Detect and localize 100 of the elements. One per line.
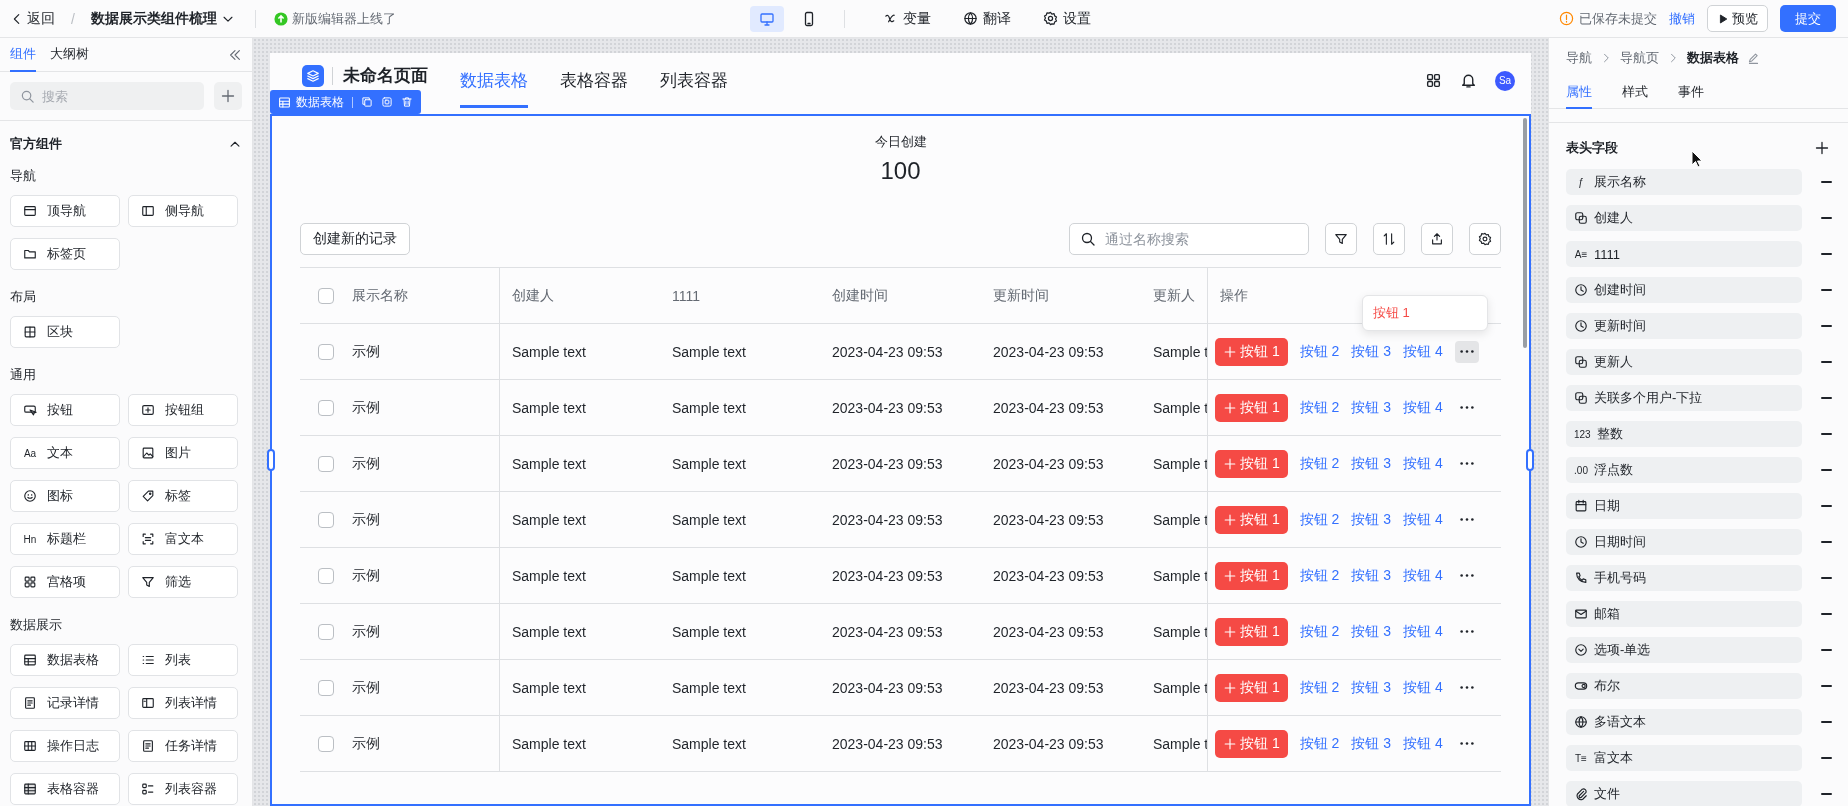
delete-button[interactable] (401, 96, 413, 108)
checkbox[interactable] (318, 511, 334, 528)
panel-tab[interactable]: 样式 (1622, 76, 1648, 109)
field-chip[interactable]: ƒ 展示名称 (1566, 169, 1802, 195)
undo-link[interactable]: 撤销 (1669, 9, 1695, 28)
component-item[interactable]: 表格容器 (10, 773, 120, 805)
breadcrumb-item[interactable]: 导航 (1566, 49, 1592, 67)
back-button[interactable]: 返回 (8, 5, 57, 32)
field-chip[interactable]: A≡ 1111 (1566, 241, 1802, 267)
nav-tab[interactable]: 表格容器 (560, 53, 628, 108)
action-link[interactable]: 按钮 4 (1403, 342, 1443, 361)
project-title[interactable]: 数据展示类组件梳理 (88, 5, 237, 32)
more-button[interactable] (1454, 340, 1479, 363)
component-item[interactable]: 标签页 (10, 238, 120, 270)
breadcrumb-item[interactable]: 导航页 (1620, 49, 1659, 67)
field-chip[interactable]: 创建人 (1566, 205, 1802, 231)
component-item[interactable]: Hn 标题栏 (10, 523, 120, 555)
component-item[interactable]: 数据表格 (10, 644, 120, 676)
scrollbar[interactable] (1523, 118, 1527, 348)
component-item[interactable]: 富文本 (128, 523, 238, 555)
pencil-icon[interactable] (1747, 51, 1760, 65)
action-link[interactable]: 按钮 4 (1403, 566, 1443, 585)
field-chip[interactable]: 更新时间 (1566, 313, 1802, 339)
action-link[interactable]: 按钮 4 (1403, 734, 1443, 753)
action-button[interactable]: 按钮 1 (1215, 561, 1288, 590)
action-link[interactable]: 按钮 2 (1299, 342, 1340, 361)
action-button[interactable]: 按钮 1 (1215, 729, 1288, 758)
field-chip[interactable]: 选项-单选 (1566, 637, 1802, 663)
nav-tab[interactable]: 列表容器 (660, 53, 728, 108)
action-button[interactable]: 按钮 1 (1215, 617, 1288, 646)
action-link[interactable]: 按钮 3 (1351, 398, 1392, 417)
field-chip[interactable]: 更新人 (1566, 349, 1802, 375)
action-link[interactable]: 按钮 3 (1351, 566, 1392, 585)
action-link[interactable]: 按钮 3 (1351, 622, 1392, 641)
field-chip[interactable]: .00 浮点数 (1566, 457, 1802, 483)
export-button[interactable] (1421, 223, 1453, 255)
component-item[interactable]: 筛选 (128, 566, 238, 598)
search-field[interactable]: 通过名称搜索 (1069, 223, 1309, 255)
field-chip[interactable]: T≡ 富文本 (1566, 745, 1802, 771)
action-link[interactable]: 按钮 2 (1299, 622, 1340, 641)
resize-handle[interactable] (1526, 449, 1534, 471)
field-chip[interactable]: 关联多个用户-下拉 (1566, 385, 1802, 411)
apps-button[interactable] (1425, 72, 1442, 89)
action-link[interactable]: 按钮 3 (1351, 734, 1392, 753)
component-item[interactable]: 任务详情 (128, 730, 238, 762)
checkbox[interactable] (318, 679, 334, 696)
notification-button[interactable] (1460, 72, 1477, 89)
action-link[interactable]: 按钮 3 (1351, 454, 1392, 473)
field-chip[interactable]: 多语文本 (1566, 709, 1802, 735)
add-button[interactable] (1814, 140, 1830, 156)
field-chip[interactable]: 日期 (1566, 493, 1802, 519)
component-item[interactable]: 按钮 (10, 394, 120, 426)
field-chip[interactable]: 邮箱 (1566, 601, 1802, 627)
action-button[interactable]: 按钮 1 (1215, 673, 1288, 702)
action-link[interactable]: 按钮 3 (1351, 678, 1392, 697)
checkbox[interactable] (318, 623, 334, 640)
component-item[interactable]: 顶导航 (10, 195, 120, 227)
panel-tab[interactable]: 大纲树 (50, 38, 89, 72)
component-item[interactable]: 宫格项 (10, 566, 120, 598)
field-chip[interactable]: 布尔 (1566, 673, 1802, 699)
field-chip[interactable]: 文件 (1566, 781, 1802, 806)
collapse-button[interactable] (228, 47, 242, 62)
checkbox[interactable] (318, 343, 334, 360)
checkbox[interactable] (318, 287, 334, 304)
create-button[interactable]: 创建新的记录 (300, 223, 410, 255)
submit-button[interactable]: 提交 (1780, 5, 1836, 32)
sort-button[interactable] (1373, 223, 1405, 255)
action-link[interactable]: 按钮 3 (1351, 510, 1392, 529)
action-link[interactable]: 按钮 2 (1299, 678, 1340, 697)
component-item[interactable]: 标签 (128, 480, 238, 512)
action-link[interactable]: 按钮 4 (1403, 398, 1443, 417)
action-link[interactable]: 按钮 4 (1403, 454, 1443, 473)
copy-button[interactable] (361, 96, 373, 108)
filter-button[interactable] (1325, 223, 1357, 255)
panel-tab[interactable]: 事件 (1678, 76, 1704, 109)
component-item[interactable]: 列表详情 (128, 687, 238, 719)
action-link[interactable]: 按钮 2 (1299, 510, 1340, 529)
nav-tab[interactable]: 数据表格 (460, 53, 528, 108)
dropdown-item[interactable]: 按钮 1 (1362, 295, 1488, 331)
toolbar-button[interactable]: 翻译 (958, 5, 1015, 32)
checkbox[interactable] (318, 567, 334, 584)
settings-button[interactable] (1469, 223, 1501, 255)
component-item[interactable]: 图片 (128, 437, 238, 469)
component-item[interactable]: Aa 文本 (10, 437, 120, 469)
action-link[interactable]: 按钮 2 (1299, 734, 1340, 753)
action-button[interactable]: 按钮 1 (1215, 449, 1288, 478)
desktop-view-button[interactable] (749, 5, 784, 32)
toolbar-button[interactable]: 变量 (878, 5, 935, 32)
component-item[interactable]: 操作日志 (10, 730, 120, 762)
action-link[interactable]: 按钮 2 (1299, 454, 1340, 473)
checkbox[interactable] (318, 455, 334, 472)
preview-button[interactable]: 预览 (1707, 5, 1768, 32)
add-button[interactable] (214, 82, 242, 110)
action-link[interactable]: 按钮 4 (1403, 510, 1443, 529)
duplicate-button[interactable] (381, 96, 393, 108)
action-link[interactable]: 按钮 3 (1351, 342, 1392, 361)
component-item[interactable]: 侧导航 (128, 195, 238, 227)
search-field[interactable]: 搜索 (10, 82, 204, 110)
user-avatar[interactable]: Sa (1495, 70, 1515, 91)
component-item[interactable]: 按钮组 (128, 394, 238, 426)
